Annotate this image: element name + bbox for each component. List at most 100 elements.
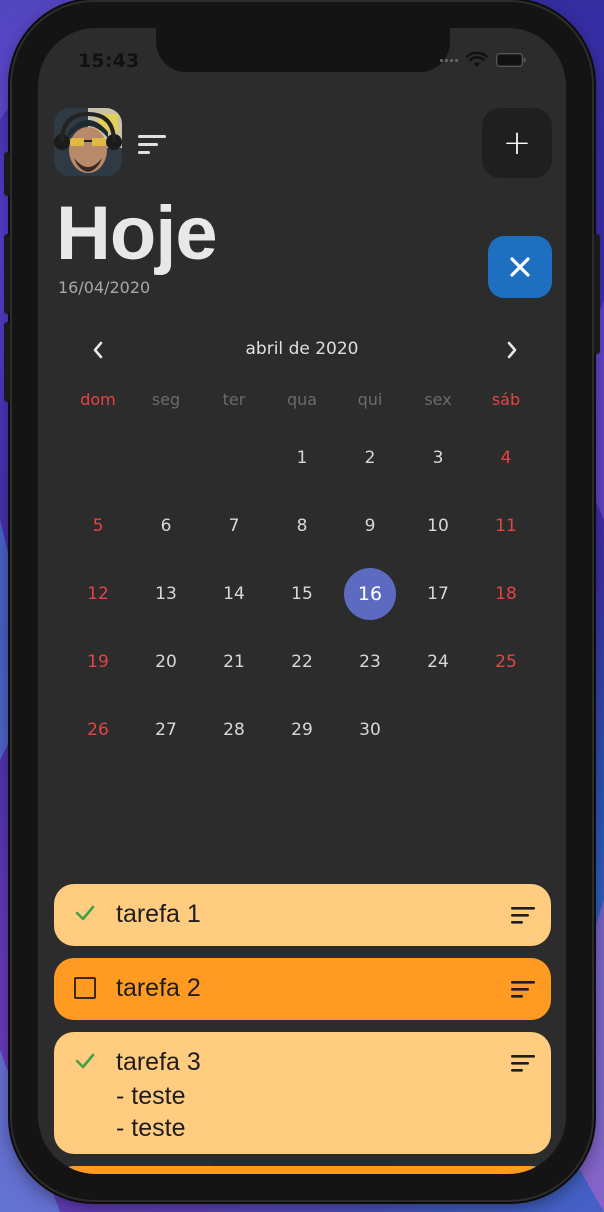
calendar-day-number: 24 (427, 652, 449, 672)
calendar-day[interactable]: 30 (336, 696, 404, 764)
sort-lines-icon[interactable] (511, 1054, 535, 1072)
calendar-day[interactable]: 11 (472, 492, 540, 560)
calendar-empty-cell (200, 424, 268, 492)
check-icon[interactable] (74, 1050, 96, 1072)
volume-up-button (4, 234, 10, 314)
calendar-day[interactable]: 20 (132, 628, 200, 696)
task-title: tarefa 1 (116, 900, 201, 928)
calendar-day[interactable]: 28 (200, 696, 268, 764)
calendar-day[interactable]: 4 (472, 424, 540, 492)
checkbox-icon[interactable] (74, 977, 96, 999)
calendar-header: abril de 2020 (38, 336, 566, 366)
wifi-icon (466, 52, 488, 67)
calendar-day[interactable]: 9 (336, 492, 404, 560)
weekday-label: seg (151, 390, 181, 409)
calendar-day[interactable]: 2 (336, 424, 404, 492)
calendar-day-number: 18 (495, 584, 517, 604)
calendar-empty-cell (132, 424, 200, 492)
volume-down-button (4, 322, 10, 402)
sort-lines-icon[interactable] (138, 134, 168, 156)
battery-icon (496, 53, 526, 67)
calendar-day[interactable]: 17 (404, 560, 472, 628)
calendar-day[interactable]: 14 (200, 560, 268, 628)
status-icons (440, 52, 526, 68)
calendar-day[interactable]: 5 (64, 492, 132, 560)
calendar-day-number: 8 (296, 516, 308, 536)
calendar-day-selected[interactable]: 16 (336, 560, 404, 628)
calendar-day[interactable]: 7 (200, 492, 268, 560)
calendar-day-number: 3 (432, 448, 444, 468)
calendar-day[interactable]: 27 (132, 696, 200, 764)
calendar-day-number: 27 (155, 720, 177, 740)
calendar-day-number: 17 (427, 584, 449, 604)
calendar-day-number: 5 (92, 516, 104, 536)
calendar-day-number: 12 (87, 584, 109, 604)
calendar-day-number: 9 (364, 516, 376, 536)
power-button (594, 234, 600, 354)
task-body: - teste - teste (116, 1082, 186, 1142)
calendar-day[interactable]: 24 (404, 628, 472, 696)
calendar-empty-cell (64, 424, 132, 492)
chevron-right-icon (507, 341, 517, 359)
calendar-day[interactable]: 15 (268, 560, 336, 628)
weekday-label: qua (286, 390, 318, 409)
calendar-day[interactable]: 6 (132, 492, 200, 560)
calendar-day-number: 2 (364, 448, 376, 468)
status-time: 15:43 (78, 50, 140, 72)
calendar-day[interactable]: 29 (268, 696, 336, 764)
calendar-day[interactable]: 23 (336, 628, 404, 696)
calendar-day-number: 19 (87, 652, 109, 672)
sort-lines-icon[interactable] (511, 906, 535, 924)
calendar-day-number: 4 (500, 448, 512, 468)
home-indicator (212, 1160, 392, 1166)
calendar-day[interactable]: 18 (472, 560, 540, 628)
task-card-partial[interactable] (54, 1166, 551, 1174)
calendar-day-number: 21 (223, 652, 245, 672)
task-title: tarefa 2 (116, 974, 201, 1002)
next-month-button[interactable] (500, 336, 524, 364)
calendar-day[interactable]: 19 (64, 628, 132, 696)
task-card[interactable]: tarefa 1 (54, 884, 551, 946)
calendar-day[interactable]: 25 (472, 628, 540, 696)
calendar-day-number: 29 (291, 720, 313, 740)
calendar-day[interactable]: 12 (64, 560, 132, 628)
calendar-day[interactable]: 3 (404, 424, 472, 492)
calendar-day-number: 15 (291, 584, 313, 604)
notch (156, 28, 450, 72)
sort-lines-icon[interactable] (511, 980, 535, 998)
calendar-day[interactable]: 26 (64, 696, 132, 764)
weekday-label: ter (222, 390, 246, 409)
calendar-days-grid: 1 2 3 4 5 6 7 8 9 10 11 12 13 14 15 16 17 18 19 20 21 22 23 24 2… (64, 424, 540, 764)
add-task-button[interactable]: + (482, 108, 552, 178)
calendar-day-number: 22 (291, 652, 313, 672)
calendar-day[interactable]: 8 (268, 492, 336, 560)
weekday-label: sáb (491, 390, 521, 409)
calendar-day-number: 20 (155, 652, 177, 672)
calendar-month-label: abril de 2020 (245, 339, 359, 359)
calendar-day-number: 7 (228, 516, 240, 536)
phone-frame: 15:43 + Hoje 16/04/2020 abril de 2020 do… (4, 2, 600, 1200)
calendar-day-number: 6 (160, 516, 172, 536)
page-date: 16/04/2020 (58, 278, 151, 297)
weekday-label: dom (80, 390, 116, 409)
calendar-day[interactable]: 21 (200, 628, 268, 696)
calendar-day-number: 25 (495, 652, 517, 672)
calendar-day-number: 10 (427, 516, 449, 536)
calendar-day[interactable]: 1 (268, 424, 336, 492)
user-avatar[interactable] (54, 108, 122, 176)
calendar-day[interactable]: 13 (132, 560, 200, 628)
task-card[interactable]: tarefa 3 - teste - teste (54, 1032, 551, 1154)
task-card[interactable]: tarefa 2 (54, 958, 551, 1020)
check-icon[interactable] (74, 902, 96, 924)
plus-icon: + (502, 123, 532, 163)
close-calendar-button[interactable] (488, 236, 552, 298)
calendar-day-number: 1 (296, 448, 308, 468)
calendar-day[interactable]: 10 (404, 492, 472, 560)
weekday-label: sex (424, 390, 452, 409)
calendar-day-number: 30 (359, 720, 381, 740)
weekday-label: qui (357, 390, 383, 409)
calendar-day-number: 16 (344, 568, 396, 620)
avatar-image (54, 108, 122, 176)
calendar-day[interactable]: 22 (268, 628, 336, 696)
calendar-day-number: 23 (359, 652, 381, 672)
